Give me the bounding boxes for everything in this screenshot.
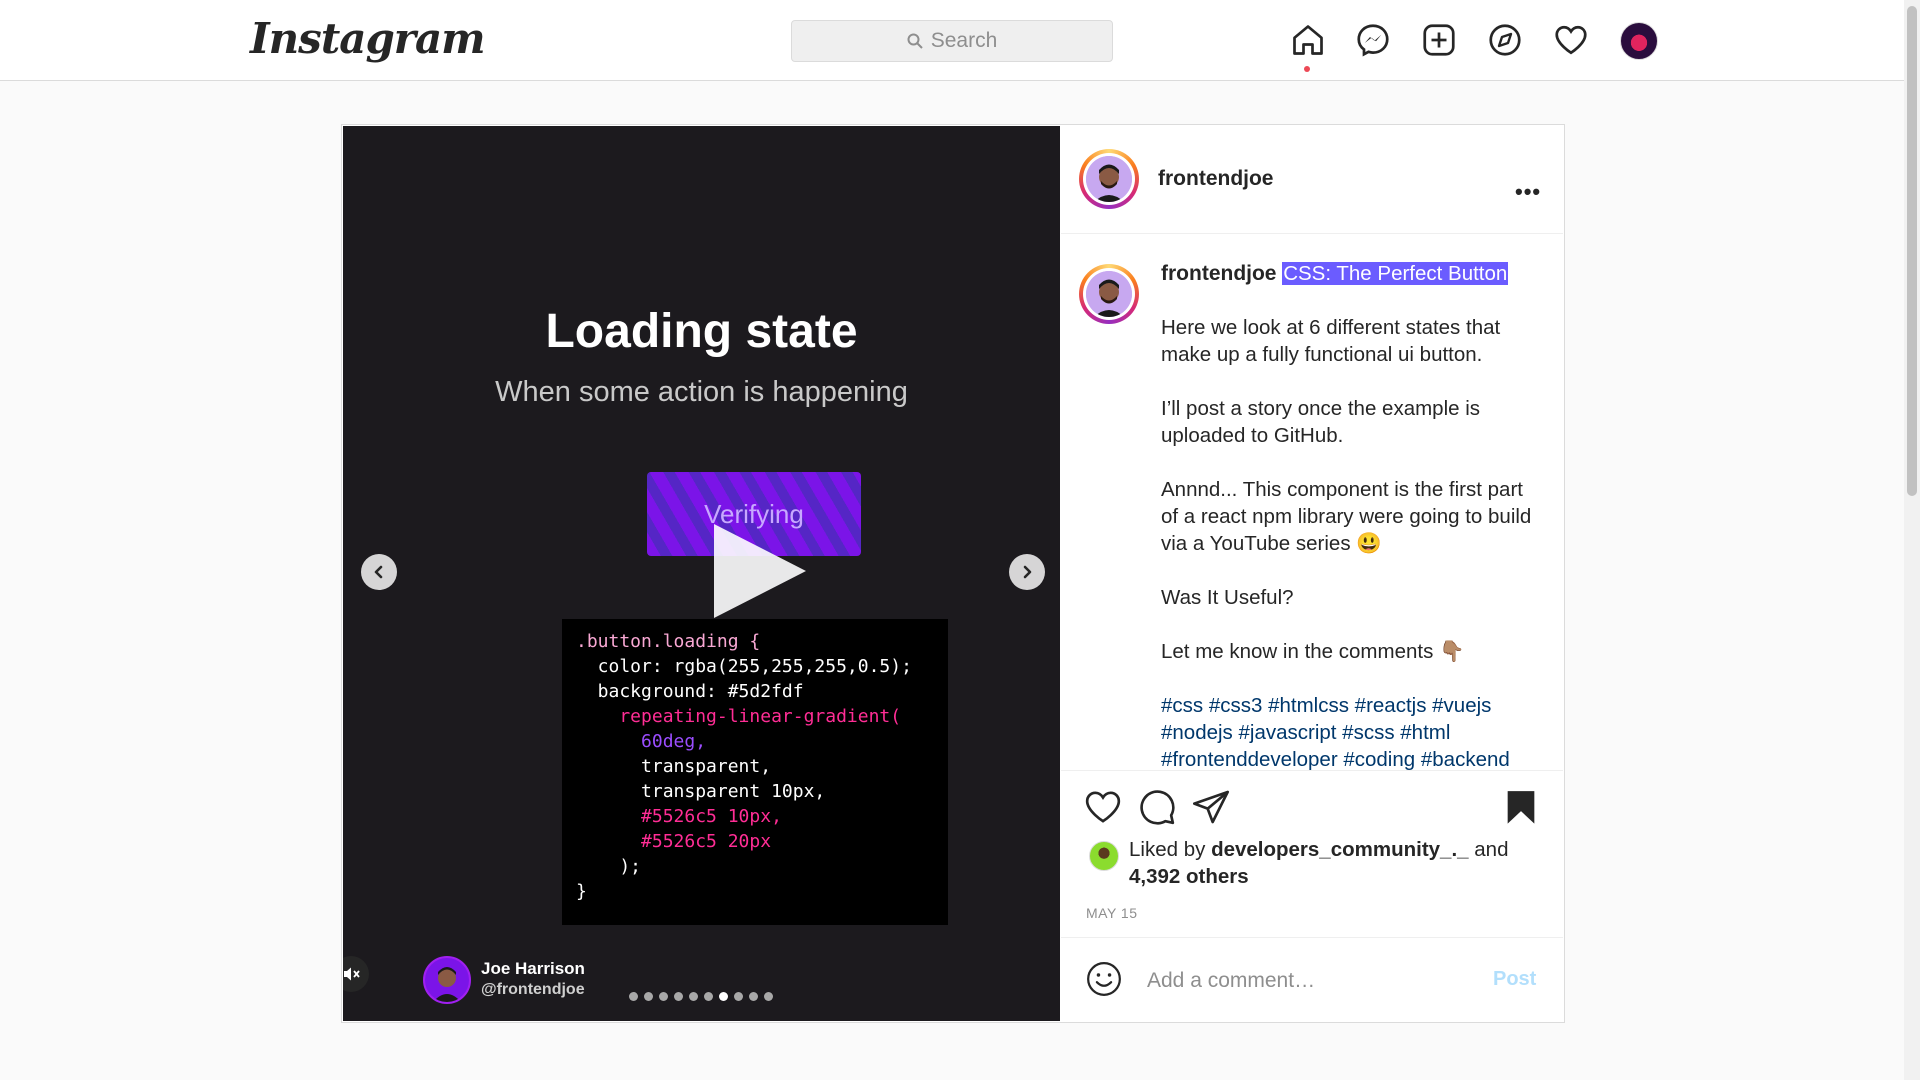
code-line: ); bbox=[576, 856, 642, 877]
post-media-video[interactable]: Loading state When some action is happen… bbox=[343, 126, 1060, 1021]
like-heart-icon[interactable] bbox=[1083, 787, 1123, 827]
liked-by-prefix: Liked by bbox=[1129, 838, 1206, 861]
caption-paragraph: Annnd... This component is the first par… bbox=[1161, 478, 1532, 555]
hashtags[interactable]: #frontenddeveloper #coding #backend bbox=[1161, 748, 1510, 770]
caption-text: frontendjoe CSS: The Perfect Button Here… bbox=[1161, 260, 1541, 770]
chevron-left-icon bbox=[374, 565, 383, 579]
code-line: #5526c5 20px bbox=[576, 831, 772, 852]
carousel-dot bbox=[629, 992, 638, 1001]
video-author-avatar bbox=[423, 956, 471, 1004]
more-options-button[interactable]: ••• bbox=[1515, 179, 1541, 205]
post-author-username[interactable]: frontendjoe bbox=[1158, 167, 1274, 191]
carousel-dot bbox=[734, 992, 743, 1001]
post-comment-button[interactable]: Post bbox=[1493, 968, 1536, 991]
slide-title: Loading state bbox=[545, 305, 858, 358]
activity-heart-icon[interactable] bbox=[1553, 22, 1589, 58]
liked-by-username[interactable]: developers_community_._ bbox=[1211, 838, 1469, 861]
carousel-dot bbox=[719, 992, 728, 1001]
code-line: color: rgba(255,255,255,0.5); bbox=[576, 656, 912, 677]
slide-subtitle: When some action is happening bbox=[495, 376, 908, 408]
post-date[interactable]: MAY 15 bbox=[1086, 905, 1138, 921]
carousel-dot bbox=[689, 992, 698, 1001]
carousel-dot bbox=[644, 992, 653, 1001]
search-icon bbox=[907, 33, 923, 49]
video-author-handle: @frontendjoe bbox=[481, 981, 585, 998]
post-card: Loading state When some action is happen… bbox=[341, 124, 1565, 1023]
code-line: 60deg, bbox=[576, 731, 707, 752]
liker-avatar[interactable] bbox=[1089, 841, 1119, 871]
caption-section: frontendjoe CSS: The Perfect Button Here… bbox=[1061, 234, 1563, 770]
previous-slide-button[interactable] bbox=[361, 554, 397, 590]
messenger-icon[interactable] bbox=[1355, 22, 1391, 58]
carousel-dot bbox=[764, 992, 773, 1001]
page-scrollbar-thumb[interactable] bbox=[1907, 6, 1917, 496]
code-line: #5526c5 10px, bbox=[576, 806, 782, 827]
top-navigation-bar: Instagram Search bbox=[0, 0, 1904, 81]
post-header: frontendjoe ••• bbox=[1061, 125, 1563, 234]
next-slide-button[interactable] bbox=[1009, 554, 1045, 590]
comment-input[interactable] bbox=[1145, 964, 1449, 998]
carousel-dot bbox=[674, 992, 683, 1001]
code-snippet: .button.loading { color: rgba(255,255,25… bbox=[562, 619, 948, 925]
instagram-logo[interactable]: Instagram bbox=[250, 14, 486, 63]
chevron-right-icon bbox=[1023, 565, 1032, 579]
caption-paragraph: Here we look at 6 different states that … bbox=[1161, 316, 1501, 366]
mute-button[interactable] bbox=[343, 956, 369, 992]
profile-avatar[interactable] bbox=[1620, 22, 1658, 60]
add-comment-bar: Post bbox=[1061, 937, 1563, 1022]
video-author-name: Joe Harrison bbox=[481, 959, 585, 978]
caption-paragraph: Was It Useful? bbox=[1161, 586, 1294, 609]
speaker-muted-icon bbox=[344, 967, 360, 981]
share-icon[interactable] bbox=[1191, 787, 1231, 827]
search-input[interactable]: Search bbox=[791, 20, 1113, 62]
caption-paragraph: Let me know in the comments 👇🏽 bbox=[1161, 640, 1465, 663]
carousel-dot bbox=[704, 992, 713, 1001]
liked-by-and: and bbox=[1474, 838, 1509, 861]
carousel-dot bbox=[749, 992, 758, 1001]
hashtags[interactable]: #css #css3 #htmlcss #reactjs #vuejs bbox=[1161, 694, 1491, 717]
code-line: .button.loading { bbox=[576, 631, 761, 652]
caption-paragraph: I’ll post a story once the example is up… bbox=[1161, 397, 1481, 447]
carousel-indicator bbox=[629, 992, 773, 1001]
author-avatar[interactable] bbox=[1079, 149, 1139, 209]
home-icon[interactable] bbox=[1290, 22, 1326, 58]
comment-icon[interactable] bbox=[1137, 787, 1177, 827]
home-notification-dot bbox=[1304, 66, 1310, 72]
search-placeholder: Search bbox=[930, 29, 998, 52]
new-post-icon[interactable] bbox=[1421, 22, 1457, 58]
likes-summary: Liked by developers_community_._ and 4,3… bbox=[1129, 836, 1539, 890]
code-line: repeating-linear-gradient( bbox=[576, 706, 902, 727]
code-line: background: #5d2fdf bbox=[576, 681, 804, 702]
save-bookmark-icon[interactable] bbox=[1501, 787, 1541, 827]
play-icon[interactable] bbox=[714, 524, 806, 618]
explore-icon[interactable] bbox=[1487, 22, 1523, 58]
caption-author-avatar[interactable] bbox=[1079, 264, 1139, 324]
caption-username[interactable]: frontendjoe bbox=[1161, 262, 1277, 285]
code-line: transparent, bbox=[576, 756, 772, 777]
code-line: transparent 10px, bbox=[576, 781, 826, 802]
likes-count[interactable]: 4,392 others bbox=[1129, 865, 1249, 888]
carousel-dot bbox=[659, 992, 668, 1001]
caption-title-highlighted: CSS: The Perfect Button bbox=[1282, 262, 1509, 285]
code-line: } bbox=[576, 881, 587, 902]
post-actions: Liked by developers_community_._ and 4,3… bbox=[1061, 770, 1563, 936]
hashtags[interactable]: #nodejs #javascript #scss #html bbox=[1161, 721, 1450, 744]
emoji-icon[interactable] bbox=[1085, 960, 1123, 998]
